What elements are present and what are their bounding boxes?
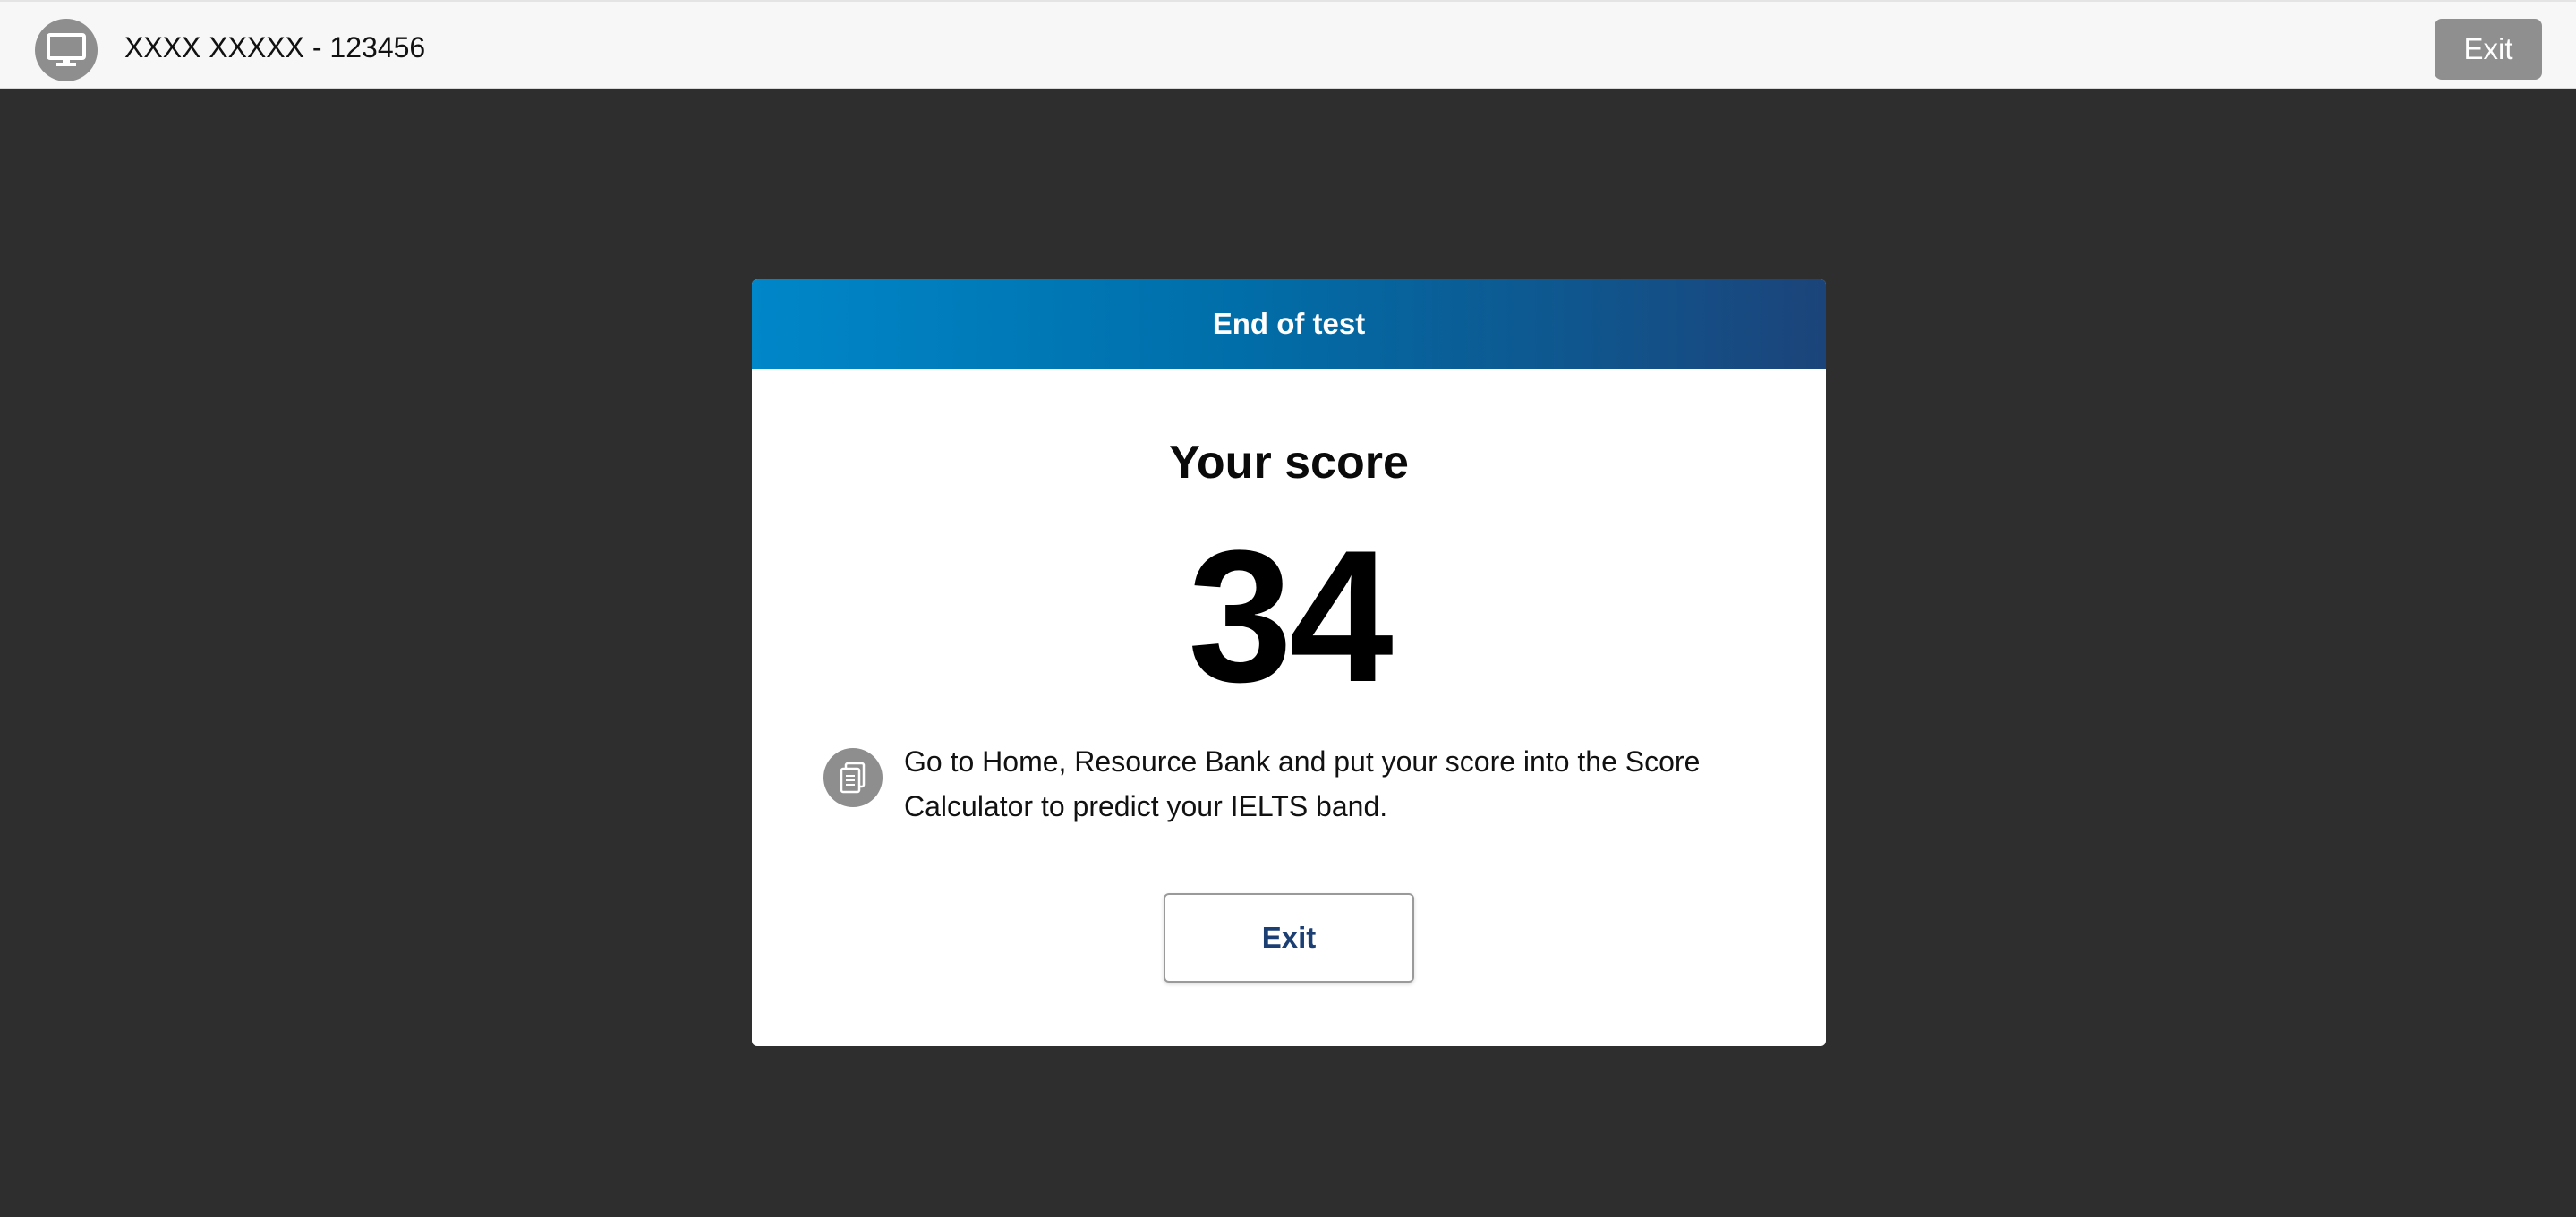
score-calculator-instructions: Go to Home, Resource Bank and put your s… <box>904 745 1701 822</box>
end-of-test-dialog: End of test Your score 34 Go to Home, Re… <box>752 279 1826 1046</box>
dialog-header: End of test <box>752 279 1826 369</box>
monitor-icon <box>35 19 98 81</box>
top-bar: XXXX XXXXX - 123456 Exit <box>0 0 2576 89</box>
document-icon <box>823 748 883 807</box>
score-value: 34 <box>1188 511 1394 721</box>
candidate-label: XXXX XXXXX - 123456 <box>124 31 426 64</box>
dialog-title: End of test <box>1212 307 1366 340</box>
header-exit-button[interactable]: Exit <box>2435 19 2542 80</box>
dialog-exit-button[interactable]: Exit <box>1164 893 1414 983</box>
score-label: Your score <box>1169 437 1409 489</box>
